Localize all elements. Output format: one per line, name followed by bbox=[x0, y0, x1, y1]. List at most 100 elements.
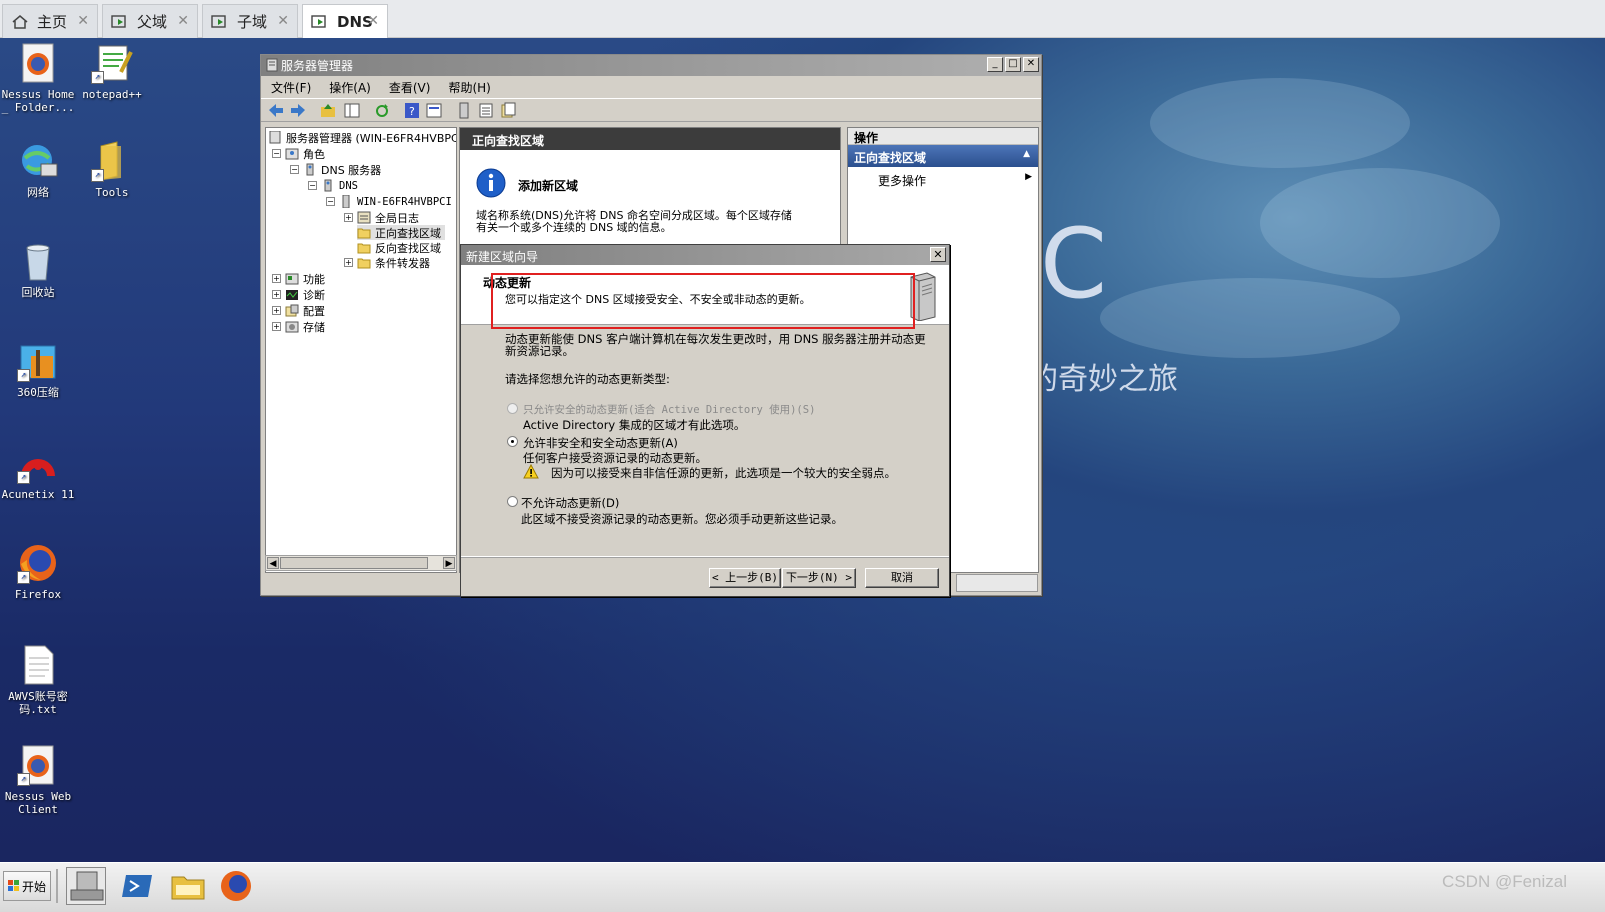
diagnostics-icon bbox=[285, 288, 299, 301]
menu-action[interactable]: 操作(A) bbox=[329, 79, 371, 96]
export-icon[interactable] bbox=[499, 102, 517, 119]
desktop-icon-label: Acunetix 11 bbox=[1, 488, 75, 501]
refresh-icon[interactable] bbox=[373, 102, 391, 119]
expand-icon[interactable]: + bbox=[272, 306, 281, 315]
tree-label: 全局日志 bbox=[375, 211, 419, 225]
expand-icon[interactable]: + bbox=[272, 322, 281, 331]
server-manager-icon bbox=[265, 58, 279, 72]
tab-child-domain[interactable]: 子域 ✕ bbox=[202, 4, 298, 38]
dialog-close-button[interactable]: ✕ bbox=[930, 247, 946, 262]
tree-reverse-zones[interactable]: 反向查找区域 bbox=[357, 240, 441, 255]
explorer-folder-icon[interactable] bbox=[168, 867, 208, 905]
list-icon[interactable] bbox=[477, 102, 495, 119]
back-button[interactable]: < 上一步(B) bbox=[709, 568, 781, 588]
actions-header: 操作 bbox=[848, 128, 1038, 145]
folder-icon bbox=[357, 256, 371, 269]
forward-arrow-icon[interactable] bbox=[289, 102, 307, 119]
close-icon[interactable]: ✕ bbox=[177, 13, 189, 29]
close-button[interactable]: ✕ bbox=[1023, 57, 1039, 72]
tree-dns-server[interactable]: − DNS 服务器 bbox=[290, 162, 381, 177]
tab-dns[interactable]: DNS ✕ bbox=[302, 4, 388, 38]
log-icon bbox=[357, 211, 371, 224]
start-button[interactable]: 开始 bbox=[3, 871, 51, 901]
radio-nonsecure-and-secure[interactable] bbox=[507, 436, 518, 447]
collapse-icon[interactable]: − bbox=[272, 149, 281, 158]
desktop-icon-acunetix[interactable]: ↗ Acunetix 11 bbox=[0, 442, 76, 501]
tree-features[interactable]: + 功能 bbox=[272, 271, 325, 286]
back-arrow-icon[interactable] bbox=[267, 102, 285, 119]
desktop-icon-label: Firefox bbox=[14, 588, 62, 601]
actions-section[interactable]: 正向查找区域 ▲ bbox=[848, 145, 1038, 167]
taskbar-separator bbox=[56, 869, 58, 903]
shortcut-arrow-icon: ↗ bbox=[17, 773, 30, 786]
tree-roles[interactable]: − 角色 bbox=[272, 146, 325, 161]
expand-icon[interactable]: + bbox=[272, 274, 281, 283]
tree-root[interactable]: 服务器管理器 (WIN-E6FR4HVBPC bbox=[268, 130, 456, 145]
next-button[interactable]: 下一步(N) > bbox=[782, 568, 856, 588]
shortcut-arrow-icon: ↗ bbox=[91, 169, 104, 182]
close-icon[interactable]: ✕ bbox=[77, 13, 89, 29]
desktop-icon-network[interactable]: 网络 bbox=[0, 140, 76, 199]
desktop-icon-nessus-home[interactable]: Nessus Home _ Folder... bbox=[0, 42, 76, 114]
taskbar-firefox-icon[interactable] bbox=[216, 867, 256, 905]
desktop-icon-360zip[interactable]: ↗ 360压缩 bbox=[0, 340, 76, 399]
desktop-icon-firefox[interactable]: ↗ Firefox bbox=[0, 542, 76, 601]
desktop-icon-tools[interactable]: ↗ Tools bbox=[74, 140, 150, 199]
collapse-up-icon[interactable]: ▲ bbox=[1023, 149, 1030, 159]
collapse-icon[interactable]: − bbox=[308, 181, 317, 190]
expand-icon[interactable]: + bbox=[344, 258, 353, 267]
menu-view[interactable]: 查看(V) bbox=[389, 79, 431, 96]
help-icon[interactable]: ? bbox=[403, 102, 421, 119]
minimize-button[interactable]: _ bbox=[987, 57, 1003, 72]
window-titlebar[interactable]: 服务器管理器 _ □ ✕ bbox=[261, 55, 1041, 76]
scroll-right-icon[interactable]: ▶ bbox=[443, 557, 455, 569]
info-icon bbox=[476, 168, 506, 198]
tree-storage[interactable]: + 存储 bbox=[272, 319, 325, 334]
menu-file[interactable]: 文件(F) bbox=[271, 79, 311, 96]
description-line: 有关一个或多个连续的 DNS 域的信息。 bbox=[476, 221, 672, 234]
tree-horizontal-scrollbar[interactable]: ◀ ▶ bbox=[265, 555, 457, 571]
dialog-titlebar[interactable]: 新建区域向导 ✕ bbox=[461, 245, 949, 265]
menu-help[interactable]: 帮助(H) bbox=[448, 79, 490, 96]
desktop-icon-nessus-web[interactable]: ↗ Nessus Web Client bbox=[0, 744, 76, 816]
tree-dns[interactable]: − DNS bbox=[308, 178, 358, 193]
cancel-button[interactable]: 取消 bbox=[865, 568, 939, 588]
expand-icon[interactable]: + bbox=[344, 213, 353, 222]
more-actions[interactable]: 更多操作 ▶ bbox=[848, 167, 1038, 189]
collapse-icon[interactable]: − bbox=[326, 197, 335, 206]
actions-section-label: 正向查找区域 bbox=[854, 151, 927, 165]
tree-diagnostics[interactable]: + 诊断 bbox=[272, 287, 325, 302]
desktop-icon-awvs-txt[interactable]: AWVS账号密码.txt bbox=[0, 644, 76, 716]
scroll-left-icon[interactable]: ◀ bbox=[267, 557, 279, 569]
wallpaper-ripple bbox=[1260, 168, 1500, 278]
taskbar-server-manager-icon[interactable] bbox=[66, 867, 106, 905]
tree-forwarders[interactable]: + 条件转发器 bbox=[344, 255, 430, 270]
tree-label: 配置 bbox=[303, 304, 325, 318]
intro-line: 新资源记录。 bbox=[505, 344, 574, 358]
radio-no-dynamic-updates[interactable] bbox=[507, 496, 518, 507]
maximize-button[interactable]: □ bbox=[1005, 57, 1021, 72]
close-icon[interactable]: ✕ bbox=[367, 13, 379, 29]
dialog-title: 新建区域向导 bbox=[466, 250, 539, 264]
new-zone-wizard-dialog: 新建区域向导 ✕ 动态更新 您可以指定这个 DNS 区域接受安全、不安全或非动态… bbox=[460, 244, 950, 597]
close-icon[interactable]: ✕ bbox=[277, 13, 289, 29]
tab-home[interactable]: 主页 ✕ bbox=[2, 4, 98, 38]
radio-secure-only[interactable] bbox=[507, 403, 518, 414]
tree-forward-zones[interactable]: 正向查找区域 bbox=[357, 225, 445, 240]
properties-icon[interactable] bbox=[425, 102, 443, 119]
expand-icon[interactable]: + bbox=[272, 290, 281, 299]
show-hide-tree-icon[interactable] bbox=[343, 102, 361, 119]
collapse-icon[interactable]: − bbox=[290, 165, 299, 174]
tab-parent-domain[interactable]: 父域 ✕ bbox=[102, 4, 198, 38]
up-folder-icon[interactable] bbox=[319, 102, 337, 119]
option2-label: 允许非安全和安全动态更新(A) bbox=[523, 436, 678, 450]
tree-configuration[interactable]: + 配置 bbox=[272, 303, 325, 318]
desktop-icon-notepad-plus[interactable]: ↗ notepad++ bbox=[74, 42, 150, 101]
powershell-icon[interactable] bbox=[118, 867, 158, 905]
tree-host[interactable]: − WIN-E6FR4HVBPCI bbox=[326, 194, 452, 209]
server-icon[interactable] bbox=[455, 102, 473, 119]
scrollbar-thumb[interactable] bbox=[280, 557, 428, 569]
screen: 主页 ✕ 父域 ✕ 子域 ✕ DNS ✕ C 的奇妙之旅 Nessus Home… bbox=[0, 0, 1605, 912]
desktop-icon-recycle-bin[interactable]: 回收站 bbox=[0, 240, 76, 299]
tree-global-log[interactable]: + 全局日志 bbox=[344, 210, 419, 225]
